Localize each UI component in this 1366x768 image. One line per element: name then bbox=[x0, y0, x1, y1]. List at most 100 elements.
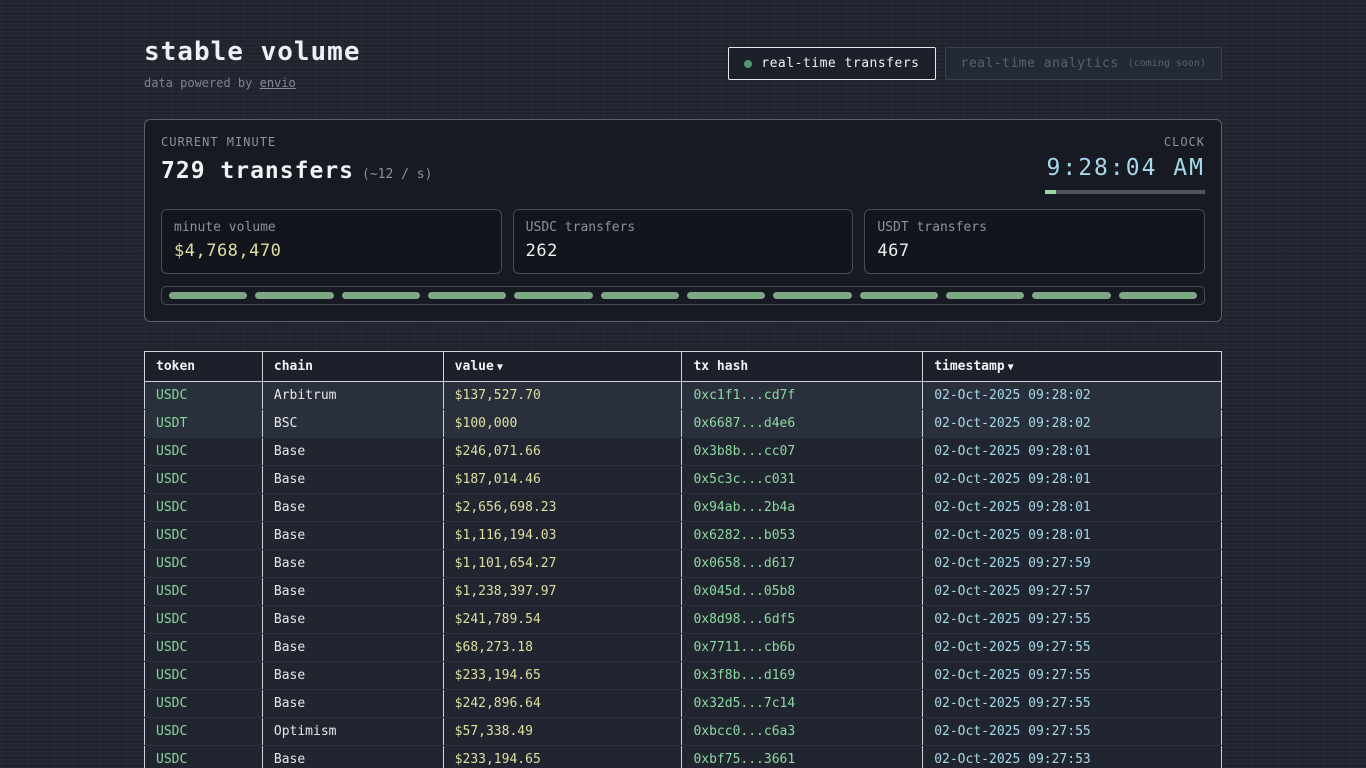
live-dot-icon bbox=[744, 60, 752, 68]
current-minute-label: CURRENT MINUTE bbox=[161, 135, 432, 149]
activity-segment bbox=[687, 292, 765, 299]
tab-label: real-time analytics bbox=[961, 56, 1119, 71]
timestamp-cell: 02-Oct-2025 09:27:55 bbox=[923, 690, 1222, 718]
chain-cell: Optimism bbox=[262, 718, 443, 746]
activity-segment bbox=[255, 292, 333, 299]
chain-cell: Base bbox=[262, 438, 443, 466]
table-row: USDCBase$187,014.460x5c3c...c03102-Oct-2… bbox=[145, 466, 1222, 494]
timestamp-cell: 02-Oct-2025 09:27:55 bbox=[923, 662, 1222, 690]
token-cell: USDC bbox=[145, 382, 263, 410]
hash-cell[interactable]: 0x3b8b...cc07 bbox=[682, 438, 923, 466]
hash-cell[interactable]: 0x94ab...2b4a bbox=[682, 494, 923, 522]
value-cell: $233,194.65 bbox=[443, 662, 682, 690]
clock-label: CLOCK bbox=[1045, 135, 1205, 149]
hash-cell[interactable]: 0x3f8b...d169 bbox=[682, 662, 923, 690]
tab-real-time-transfers[interactable]: real-time transfers bbox=[728, 47, 935, 80]
timestamp-cell: 02-Oct-2025 09:28:02 bbox=[923, 410, 1222, 438]
table-row: USDCBase$233,194.650x3f8b...d16902-Oct-2… bbox=[145, 662, 1222, 690]
chain-cell: Base bbox=[262, 466, 443, 494]
hash-cell[interactable]: 0x6687...d4e6 bbox=[682, 410, 923, 438]
transfers-table: tokenchainvalue▼tx hashtimestamp▼ USDCAr… bbox=[144, 351, 1222, 768]
transfers-summary: CURRENT MINUTE 729 transfers (~12 / s) bbox=[161, 135, 432, 184]
activity-segment bbox=[601, 292, 679, 299]
token-cell: USDC bbox=[145, 662, 263, 690]
sort-arrow-icon: ▼ bbox=[1008, 362, 1014, 373]
hash-cell[interactable]: 0x0658...d617 bbox=[682, 550, 923, 578]
timestamp-cell: 02-Oct-2025 09:27:55 bbox=[923, 606, 1222, 634]
timestamp-cell: 02-Oct-2025 09:28:02 bbox=[923, 382, 1222, 410]
column-header-tx-hash: tx hash bbox=[682, 352, 923, 382]
hash-cell[interactable]: 0xc1f1...cd7f bbox=[682, 382, 923, 410]
activity-segment bbox=[342, 292, 420, 299]
sort-arrow-icon: ▼ bbox=[497, 362, 503, 373]
stat-value: $4,768,470 bbox=[174, 241, 489, 261]
column-header-timestamp[interactable]: timestamp▼ bbox=[923, 352, 1222, 382]
activity-segment bbox=[1032, 292, 1110, 299]
stat-minute-volume: minute volume $4,768,470 bbox=[161, 209, 502, 274]
chain-cell: BSC bbox=[262, 410, 443, 438]
value-cell: $246,071.66 bbox=[443, 438, 682, 466]
value-cell: $1,238,397.97 bbox=[443, 578, 682, 606]
chain-cell: Base bbox=[262, 578, 443, 606]
column-header-token: token bbox=[145, 352, 263, 382]
chain-cell: Base bbox=[262, 746, 443, 768]
envio-link[interactable]: envio bbox=[260, 76, 296, 90]
chain-cell: Arbitrum bbox=[262, 382, 443, 410]
table-header-row: tokenchainvalue▼tx hashtimestamp▼ bbox=[145, 352, 1222, 382]
table-row: USDTBSC$100,0000x6687...d4e602-Oct-2025 … bbox=[145, 410, 1222, 438]
stat-value: 467 bbox=[877, 241, 1192, 261]
hash-cell[interactable]: 0x045d...05b8 bbox=[682, 578, 923, 606]
transfers-count: 729 transfers bbox=[161, 158, 354, 184]
hash-cell[interactable]: 0x8d98...6df5 bbox=[682, 606, 923, 634]
token-cell: USDC bbox=[145, 718, 263, 746]
table-row: USDCBase$241,789.540x8d98...6df502-Oct-2… bbox=[145, 606, 1222, 634]
chain-cell: Base bbox=[262, 606, 443, 634]
column-header-value[interactable]: value▼ bbox=[443, 352, 682, 382]
activity-segment bbox=[1119, 292, 1197, 299]
timestamp-cell: 02-Oct-2025 09:27:55 bbox=[923, 718, 1222, 746]
chain-cell: Base bbox=[262, 690, 443, 718]
table-row: USDCBase$1,116,194.030x6282...b05302-Oct… bbox=[145, 522, 1222, 550]
site-branding: stable volume data powered by envio bbox=[144, 37, 361, 90]
table-row: USDCBase$1,101,654.270x0658...d61702-Oct… bbox=[145, 550, 1222, 578]
table-row: USDCBase$2,656,698.230x94ab...2b4a02-Oct… bbox=[145, 494, 1222, 522]
timestamp-cell: 02-Oct-2025 09:28:01 bbox=[923, 438, 1222, 466]
chain-cell: Base bbox=[262, 550, 443, 578]
activity-segment-bar bbox=[161, 286, 1205, 305]
hash-cell[interactable]: 0xbf75...3661 bbox=[682, 746, 923, 768]
value-cell: $2,656,698.23 bbox=[443, 494, 682, 522]
tab-real-time-analytics: real-time analytics (coming soon) bbox=[945, 47, 1223, 80]
chain-cell: Base bbox=[262, 634, 443, 662]
coming-soon-note: (coming soon) bbox=[1128, 58, 1206, 69]
column-header-chain: chain bbox=[262, 352, 443, 382]
activity-segment bbox=[860, 292, 938, 299]
timestamp-cell: 02-Oct-2025 09:28:01 bbox=[923, 494, 1222, 522]
table-row: USDCOptimism$57,338.490xbcc0...c6a302-Oc… bbox=[145, 718, 1222, 746]
activity-segment bbox=[514, 292, 592, 299]
hash-cell[interactable]: 0x6282...b053 bbox=[682, 522, 923, 550]
timestamp-cell: 02-Oct-2025 09:27:53 bbox=[923, 746, 1222, 768]
hash-cell[interactable]: 0x7711...cb6b bbox=[682, 634, 923, 662]
hash-cell[interactable]: 0x5c3c...c031 bbox=[682, 466, 923, 494]
current-minute-panel: CURRENT MINUTE 729 transfers (~12 / s) C… bbox=[144, 119, 1222, 322]
hash-cell[interactable]: 0x32d5...7c14 bbox=[682, 690, 923, 718]
hash-cell[interactable]: 0xbcc0...c6a3 bbox=[682, 718, 923, 746]
token-cell: USDC bbox=[145, 522, 263, 550]
view-tabs: real-time transfers real-time analytics … bbox=[728, 47, 1222, 80]
page-header: stable volume data powered by envio real… bbox=[144, 0, 1222, 90]
value-cell: $68,273.18 bbox=[443, 634, 682, 662]
chain-cell: Base bbox=[262, 494, 443, 522]
token-cell: USDC bbox=[145, 438, 263, 466]
activity-segment bbox=[428, 292, 506, 299]
chain-cell: Base bbox=[262, 522, 443, 550]
table-row: USDCArbitrum$137,527.700xc1f1...cd7f02-O… bbox=[145, 382, 1222, 410]
powered-by-text: data powered by bbox=[144, 76, 252, 90]
timestamp-cell: 02-Oct-2025 09:28:01 bbox=[923, 466, 1222, 494]
timestamp-cell: 02-Oct-2025 09:27:59 bbox=[923, 550, 1222, 578]
timestamp-cell: 02-Oct-2025 09:27:57 bbox=[923, 578, 1222, 606]
token-cell: USDC bbox=[145, 746, 263, 768]
token-cell: USDT bbox=[145, 410, 263, 438]
token-cell: USDC bbox=[145, 494, 263, 522]
token-cell: USDC bbox=[145, 606, 263, 634]
token-cell: USDC bbox=[145, 634, 263, 662]
